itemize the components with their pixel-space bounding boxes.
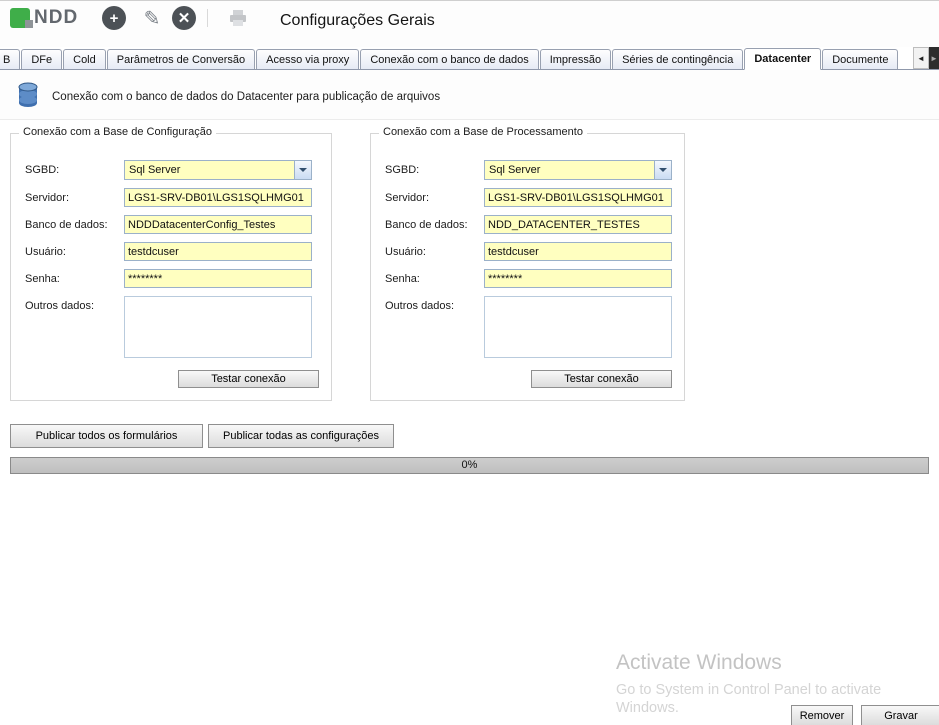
tab-impressao[interactable]: Impressão: [540, 49, 611, 69]
sgbd-label: SGBD:: [385, 164, 419, 176]
field-row-servidor: Servidor:: [385, 188, 672, 208]
database-icon: [16, 82, 40, 108]
cancel-icon[interactable]: ✕: [172, 6, 196, 30]
groupbox-base-configuracao: Conexão com a Base de Configuração SGBD:…: [10, 133, 332, 401]
tab-dfe[interactable]: DFe: [21, 49, 62, 69]
test-connection-row: Testar conexão: [25, 370, 319, 388]
testar-conexao-button[interactable]: Testar conexão: [531, 370, 672, 388]
servidor-label: Servidor:: [25, 192, 69, 204]
page-title: Configurações Gerais: [280, 12, 435, 30]
watermark-subtitle: Go to System in Control Panel to activat…: [616, 681, 901, 717]
field-row-banco: Banco de dados:: [25, 215, 319, 235]
chevron-down-icon[interactable]: [294, 161, 311, 179]
edit-pencil-icon[interactable]: ✎: [140, 6, 164, 30]
outros-dados-label: Outros dados:: [25, 300, 94, 312]
field-row-banco: Banco de dados:: [385, 215, 672, 235]
tab-datacenter[interactable]: Datacenter: [744, 48, 821, 70]
sgbd-selected-value: Sql Server: [489, 164, 540, 176]
field-row-usuario: Usuário:: [25, 242, 319, 262]
testar-conexao-button[interactable]: Testar conexão: [178, 370, 319, 388]
datacenter-header: Conexão com o banco de dados do Datacent…: [0, 70, 939, 120]
app-window: NDD + ✎ ✕ Configurações Gerais B DFe Col…: [0, 0, 939, 725]
usuario-input[interactable]: [124, 242, 312, 261]
ndd-logo-icon: [10, 8, 30, 28]
tab-scroll-right-icon[interactable]: ►: [929, 47, 939, 69]
servidor-input[interactable]: [124, 188, 312, 207]
sgbd-selected-value: Sql Server: [129, 164, 180, 176]
field-row-servidor: Servidor:: [25, 188, 319, 208]
tab-strip: B DFe Cold Parâmetros de Conversão Acess…: [0, 48, 939, 70]
tab-b[interactable]: B: [0, 49, 20, 69]
banco-label: Banco de dados:: [25, 219, 108, 231]
field-row-senha: Senha:: [25, 269, 319, 289]
publicar-formularios-button[interactable]: Publicar todos os formulários: [10, 424, 203, 448]
tab-conexao-banco[interactable]: Conexão com o banco de dados: [360, 49, 538, 69]
usuario-input[interactable]: [484, 242, 672, 261]
usuario-label: Usuário:: [25, 246, 66, 258]
sgbd-combobox[interactable]: Sql Server: [124, 160, 312, 180]
field-row-sgbd: SGBD: Sql Server: [25, 160, 319, 180]
sgbd-combobox[interactable]: Sql Server: [484, 160, 672, 180]
field-row-usuario: Usuário:: [385, 242, 672, 262]
groupbox-title: Conexão com a Base de Processamento: [379, 126, 587, 138]
print-icon-glyph: [228, 8, 248, 28]
senha-label: Senha:: [385, 273, 420, 285]
tab-cold[interactable]: Cold: [63, 49, 106, 69]
test-connection-row: Testar conexão: [385, 370, 672, 388]
outros-dados-input[interactable]: [484, 296, 672, 358]
add-icon[interactable]: +: [102, 6, 126, 30]
field-row-outros: Outros dados:: [385, 296, 672, 360]
tab-parametros-conversao[interactable]: Parâmetros de Conversão: [107, 49, 255, 69]
senha-input[interactable]: [484, 269, 672, 288]
remover-button[interactable]: Remover: [791, 705, 853, 725]
outros-dados-label: Outros dados:: [385, 300, 454, 312]
banco-dados-input[interactable]: [484, 215, 672, 234]
ndd-logo-text: NDD: [34, 7, 78, 29]
usuario-label: Usuário:: [385, 246, 426, 258]
tab-scroll-left-icon[interactable]: ◄: [913, 47, 929, 69]
servidor-input[interactable]: [484, 188, 672, 207]
header-description: Conexão com o banco de dados do Datacent…: [52, 91, 440, 103]
field-row-sgbd: SGBD: Sql Server: [385, 160, 672, 180]
tab-scrollers: ◄ ►: [913, 47, 939, 69]
groupbox-title: Conexão com a Base de Configuração: [19, 126, 216, 138]
tab-series-contingencia[interactable]: Séries de contingência: [612, 49, 743, 69]
watermark-title: Activate Windows: [616, 651, 901, 675]
tab-documentos[interactable]: Documente: [822, 49, 898, 69]
publicar-configuracoes-button[interactable]: Publicar todas as configurações: [208, 424, 394, 448]
banco-dados-input[interactable]: [124, 215, 312, 234]
outros-dados-input[interactable]: [124, 296, 312, 358]
groupbox-base-processamento: Conexão com a Base de Processamento SGBD…: [370, 133, 685, 401]
field-row-senha: Senha:: [385, 269, 672, 289]
gravar-button[interactable]: Gravar: [861, 705, 939, 725]
print-icon[interactable]: [226, 6, 250, 30]
sgbd-label: SGBD:: [25, 164, 59, 176]
senha-input[interactable]: [124, 269, 312, 288]
banco-label: Banco de dados:: [385, 219, 468, 231]
toolbar: NDD + ✎ ✕ Configurações Gerais: [0, 1, 939, 47]
field-row-outros: Outros dados:: [25, 296, 319, 360]
servidor-label: Servidor:: [385, 192, 429, 204]
toolbar-separator: [207, 9, 208, 27]
ndd-logo: NDD: [10, 7, 78, 29]
senha-label: Senha:: [25, 273, 60, 285]
publish-progress-bar: 0%: [10, 457, 929, 474]
activate-windows-watermark: Activate Windows Go to System in Control…: [616, 651, 901, 717]
tab-acesso-proxy[interactable]: Acesso via proxy: [256, 49, 359, 69]
chevron-down-icon[interactable]: [654, 161, 671, 179]
